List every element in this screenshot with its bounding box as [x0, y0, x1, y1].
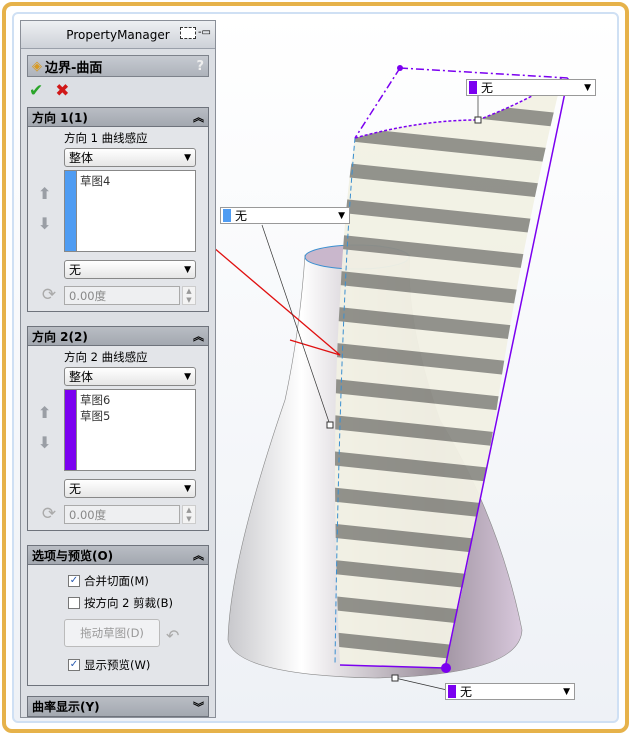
checkbox-label: 按方向 2 剪裁(B): [84, 596, 173, 610]
callout-value: 无: [235, 209, 248, 223]
section-title: 选项与预览(O): [32, 548, 114, 563]
cancel-button[interactable]: ✖: [55, 81, 69, 101]
direction1-influence-select[interactable]: 整体 ▼: [64, 148, 196, 167]
direction1-section: 方向 1(1) ︽ 方向 1 曲线感应 整体 ▼ ⬆ ⬇ 草图4 无 ▼ ⟳ 0.00度 ▲…: [27, 107, 209, 312]
section-title: 方向 2(2): [32, 329, 88, 344]
chevron-down-icon: ▼: [563, 686, 570, 697]
collapse-icon[interactable]: ︽: [193, 547, 204, 563]
direction2-curve-list[interactable]: 草图6 草图5: [64, 389, 196, 471]
chevron-down-icon: ▼: [184, 264, 191, 275]
pin-icon[interactable]: -▭: [198, 27, 211, 39]
ok-button[interactable]: ✔: [29, 81, 43, 101]
list-item[interactable]: 草图5: [80, 408, 110, 424]
list-item[interactable]: 草图4: [80, 173, 110, 189]
chevron-down-icon: ▼: [184, 152, 191, 163]
reverse-direction-icon[interactable]: ⟳: [34, 504, 64, 524]
collapse-icon[interactable]: ︽: [193, 109, 204, 125]
select-value: 整体: [69, 151, 94, 165]
drag-sketch-button[interactable]: 拖动草图(D): [64, 619, 160, 647]
callout-value: 无: [481, 81, 494, 95]
move-down-icon[interactable]: ⬇: [38, 428, 51, 458]
chevron-down-icon: ▼: [338, 210, 345, 221]
move-up-icon[interactable]: ⬆: [38, 398, 51, 428]
show-preview-checkbox[interactable]: ✓ 显示预览(W): [68, 657, 202, 673]
list-item[interactable]: 草图6: [80, 392, 110, 408]
section-title: 曲率显示(Y): [32, 700, 100, 714]
callout-dropdown-top[interactable]: 无 ▼: [466, 79, 596, 96]
select-value: 无: [69, 263, 82, 277]
expand-icon[interactable]: ︾: [193, 699, 204, 715]
checkbox-checked[interactable]: ✓: [68, 659, 80, 671]
panel-title: PropertyManager: [66, 27, 170, 42]
property-manager: PropertyManager -▭ ◈ 边界-曲面 ? ✔ ✖ 方向 1(1)…: [20, 20, 216, 718]
direction1-curve-list[interactable]: 草图4: [64, 170, 196, 252]
select-value: 无: [69, 482, 82, 496]
boundary-surface-icon: ◈: [32, 58, 42, 74]
curve-influence-label: 方向 2 曲线感应: [64, 350, 148, 364]
checkbox-unchecked[interactable]: [68, 597, 80, 609]
checkbox-label: 合并切面(M): [84, 574, 149, 588]
direction1-header[interactable]: 方向 1(1) ︽: [28, 108, 208, 127]
trim-by-direction2-checkbox[interactable]: 按方向 2 剪裁(B): [68, 595, 202, 611]
angle-spinner[interactable]: ▲ ▼: [182, 504, 196, 524]
move-down-icon[interactable]: ⬇: [38, 209, 51, 239]
direction2-section: 方向 2(2) ︽ 方向 2 曲线感应 整体 ▼ ⬆ ⬇ 草图6 草图5 无 ▼ ⟳ 0.0…: [27, 326, 209, 531]
help-icon[interactable]: ?: [196, 59, 204, 74]
curve-influence-label: 方向 1 曲线感应: [64, 131, 148, 145]
merge-tangent-checkbox[interactable]: ✓ 合并切面(M): [68, 573, 202, 589]
curvature-section: 曲率显示(Y) ︾: [27, 696, 209, 717]
undo-icon[interactable]: ↶: [166, 626, 179, 645]
feature-title: 边界-曲面: [45, 60, 103, 76]
callout-dropdown-left[interactable]: 无 ▼: [220, 207, 350, 224]
checkbox-label: 显示预览(W): [84, 658, 151, 672]
boundary-surface: [335, 78, 562, 668]
curvature-header[interactable]: 曲率显示(Y) ︾: [28, 697, 208, 716]
direction2-angle-input[interactable]: 0.00度: [64, 504, 180, 524]
direction1-angle-input[interactable]: 0.00度: [64, 285, 180, 305]
property-manager-header: PropertyManager -▭: [21, 21, 215, 49]
move-up-icon[interactable]: ⬆: [38, 179, 51, 209]
options-section: 选项与预览(O) ︽ ✓ 合并切面(M) 按方向 2 剪裁(B) 拖动草图(D) ↶ …: [27, 545, 209, 686]
collapse-icon[interactable]: ︽: [193, 328, 204, 344]
callout-dropdown-bottom[interactable]: 无 ▼: [445, 683, 575, 700]
direction2-header[interactable]: 方向 2(2) ︽: [28, 327, 208, 346]
direction2-influence-select[interactable]: 整体 ▼: [64, 367, 196, 386]
expand-icon[interactable]: [179, 27, 196, 39]
reverse-direction-icon[interactable]: ⟳: [34, 285, 64, 305]
section-title: 方向 1(1): [32, 110, 88, 125]
direction2-tangent-select[interactable]: 无 ▼: [64, 479, 196, 498]
callout-value: 无: [460, 685, 473, 699]
checkbox-checked[interactable]: ✓: [68, 575, 80, 587]
angle-spinner[interactable]: ▲ ▼: [182, 285, 196, 305]
chevron-down-icon: ▼: [184, 371, 191, 382]
feature-title-bar: ◈ 边界-曲面 ?: [27, 55, 209, 77]
chevron-down-icon: ▼: [184, 483, 191, 494]
select-value: 整体: [69, 370, 94, 384]
chevron-down-icon: ▼: [584, 82, 591, 93]
direction1-tangent-select[interactable]: 无 ▼: [64, 260, 196, 279]
options-header[interactable]: 选项与预览(O) ︽: [28, 546, 208, 565]
